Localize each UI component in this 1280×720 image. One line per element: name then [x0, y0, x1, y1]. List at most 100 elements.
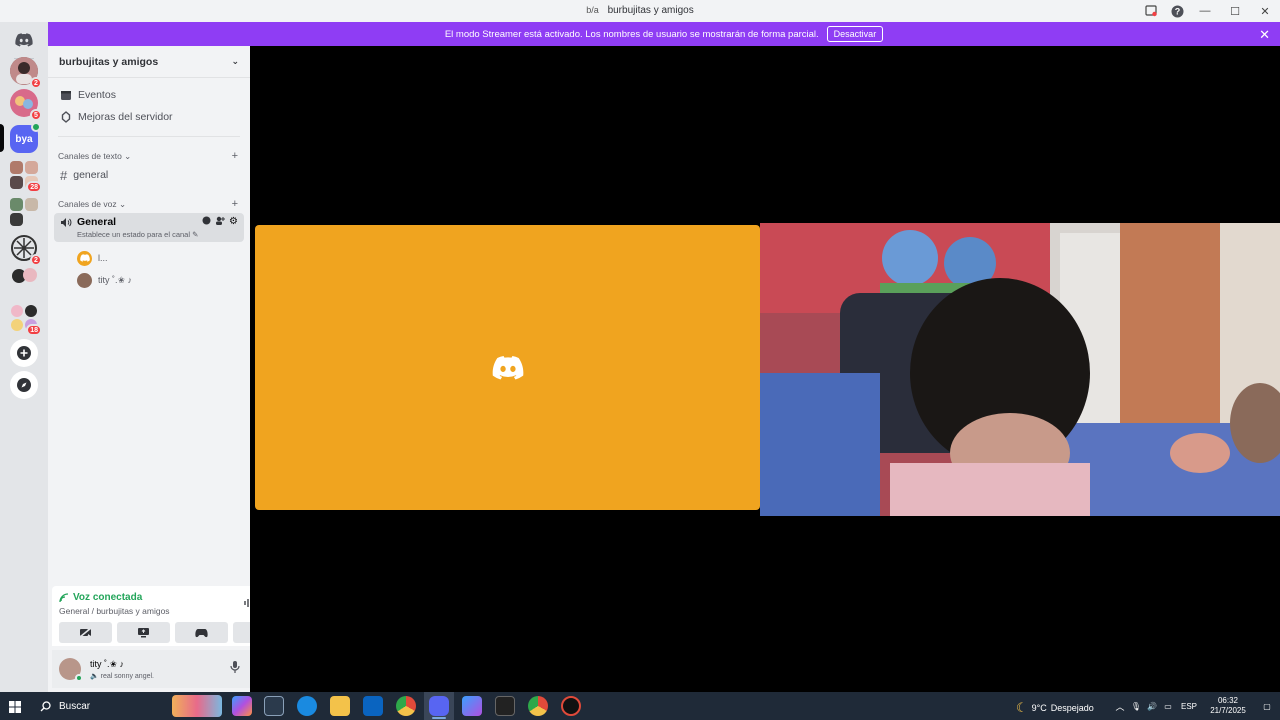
guild-8-icon[interactable]: 18: [10, 304, 42, 336]
guild-bya-icon[interactable]: bya: [10, 122, 41, 153]
notification-icon[interactable]: ▢: [1254, 702, 1280, 711]
participant-tile-video[interactable]: [760, 223, 1280, 516]
boosts-label: Mejoras del servidor: [78, 111, 173, 123]
guild-4-icon[interactable]: 28: [10, 161, 42, 193]
weather-text: Despejado: [1050, 703, 1094, 713]
chrome-icon[interactable]: [528, 696, 548, 716]
screen-share-icon: [138, 628, 149, 638]
channel-general-text[interactable]: # general: [48, 165, 250, 185]
windows-start-icon[interactable]: [9, 700, 21, 718]
camera-off-button[interactable]: [59, 622, 112, 643]
avatar: [77, 250, 92, 266]
language-indicator[interactable]: ESP: [1176, 702, 1202, 711]
epic-games-icon[interactable]: [495, 696, 515, 716]
invite-icon[interactable]: [215, 216, 226, 228]
voice-user-name: tity ˚.✬ ♪: [98, 274, 133, 285]
voice-status[interactable]: Establece un estado para el canal ✎: [60, 230, 238, 239]
system-tray: ︿ 🎙 🔊 ▭ ESP 06:32 21/7/2025 ▢: [1112, 692, 1280, 720]
app-icon[interactable]: [561, 696, 581, 716]
discord-logo-icon: [492, 355, 523, 379]
streamer-mode-banner: El modo Streamer está activado. Los nomb…: [48, 22, 1280, 46]
events-item[interactable]: Eventos: [48, 84, 250, 106]
clock[interactable]: 06:32 21/7/2025: [1202, 696, 1254, 716]
server-list: 2 5 bya 28 2 18: [0, 22, 48, 692]
banner-text: El modo Streamer está activado. Los nomb…: [444, 28, 819, 40]
guild-4-badge: 28: [26, 181, 42, 193]
guild-bya-label: bya: [15, 133, 33, 145]
screen-share-button[interactable]: [117, 622, 170, 643]
discord-home-icon[interactable]: [10, 26, 38, 54]
minimize-button[interactable]: —: [1190, 0, 1220, 22]
discord-taskbar-icon[interactable]: [429, 696, 449, 716]
active-indicator: [432, 717, 446, 719]
voice-user[interactable]: l...: [48, 247, 250, 269]
weather-temp: 9°C: [1031, 703, 1047, 713]
window-controls: ? — ☐ ✕: [1138, 0, 1280, 22]
add-server-icon[interactable]: [10, 339, 38, 367]
voice-connected-title: Voz conectada: [73, 592, 143, 603]
signal-icon: [59, 592, 69, 602]
outlook-icon[interactable]: [363, 696, 383, 716]
text-channel-name: general: [73, 169, 109, 181]
gamepad-icon: [195, 628, 208, 637]
add-channel-icon[interactable]: +: [232, 150, 238, 162]
voice-channel-general[interactable]: General ⚙ Establece un estado para el ca…: [54, 213, 244, 242]
gear-icon[interactable]: ⚙: [229, 216, 238, 228]
microphone-icon[interactable]: 🎙: [1128, 702, 1144, 711]
online-status-icon: [75, 674, 83, 682]
add-channel-icon[interactable]: +: [232, 198, 238, 210]
selected-indicator: [0, 124, 4, 152]
chevron-up-icon[interactable]: ︿: [1112, 700, 1128, 713]
text-channels-category[interactable]: Canales de texto ⌄ +: [48, 147, 250, 165]
participant-tile-avatar[interactable]: [255, 225, 760, 510]
weather-widget[interactable]: ☾ 9°C Despejado: [1016, 700, 1094, 716]
voice-user[interactable]: tity ˚.✬ ♪: [48, 269, 250, 291]
inbox-icon[interactable]: [1138, 5, 1164, 17]
guild-6-icon[interactable]: 2: [10, 234, 42, 266]
edge-icon[interactable]: [297, 696, 317, 716]
guild-7-icon[interactable]: [10, 262, 38, 290]
deactivate-streamer-button[interactable]: Desactivar: [826, 26, 884, 42]
maximize-button[interactable]: ☐: [1220, 0, 1250, 22]
clock-time: 06:32: [1217, 696, 1239, 705]
microphone-icon[interactable]: [229, 660, 241, 679]
user-name: tity ˚.✬ ♪: [90, 658, 125, 669]
volume-icon[interactable]: 🔊: [1144, 702, 1160, 711]
chat-bubble-icon[interactable]: [202, 216, 211, 228]
server-header[interactable]: burbujitas y amigos ⌄: [48, 46, 250, 78]
clock-date: 21/7/2025: [1210, 706, 1246, 715]
activity-button[interactable]: [175, 622, 228, 643]
taskbar-search[interactable]: Buscar: [32, 695, 222, 717]
channel-sidebar: burbujitas y amigos ⌄ Eventos Mejoras de…: [48, 46, 292, 692]
close-window-button[interactable]: ✕: [1250, 0, 1280, 22]
user-status: 🔈 real sonny angel.: [90, 672, 154, 680]
avatar[interactable]: [59, 658, 83, 682]
camera-off-icon: [79, 627, 92, 638]
server-tag: b/a: [586, 5, 599, 15]
discover-icon[interactable]: [10, 371, 38, 399]
voice-connected-subtitle[interactable]: General / burbujitas y amigos: [59, 606, 170, 616]
voice-connected-status[interactable]: Voz conectada: [59, 592, 142, 603]
copilot-icon[interactable]: [232, 696, 252, 716]
guild-2-icon[interactable]: 5: [10, 89, 42, 121]
user-info[interactable]: tity ˚.✬ ♪ 🔈 real sonny angel.: [81, 659, 154, 680]
guild-1-icon[interactable]: 2: [10, 57, 42, 89]
voice-user-name: l...: [98, 253, 108, 263]
close-icon[interactable]: ✕: [1259, 27, 1270, 43]
search-label: Buscar: [59, 700, 91, 712]
help-icon[interactable]: ?: [1164, 5, 1190, 18]
server-boosts-item[interactable]: Mejoras del servidor: [48, 106, 250, 128]
guild-5-icon[interactable]: [10, 198, 38, 226]
window-title: burbujitas y amigos: [607, 5, 694, 16]
avatar: [77, 272, 92, 288]
app-icon[interactable]: [462, 696, 482, 716]
network-icon[interactable]: ▭: [1160, 702, 1176, 711]
store-icon[interactable]: [264, 696, 284, 716]
file-explorer-icon[interactable]: [330, 696, 350, 716]
speaker-icon: [61, 217, 72, 227]
voice-channels-category[interactable]: Canales de voz ⌄ +: [48, 195, 250, 213]
chrome-icon[interactable]: [396, 696, 416, 716]
webcam-video-frame: [760, 223, 1280, 516]
server-name: burbujitas y amigos: [59, 55, 159, 68]
voice-status-text: Establece un estado para el canal: [77, 230, 190, 239]
